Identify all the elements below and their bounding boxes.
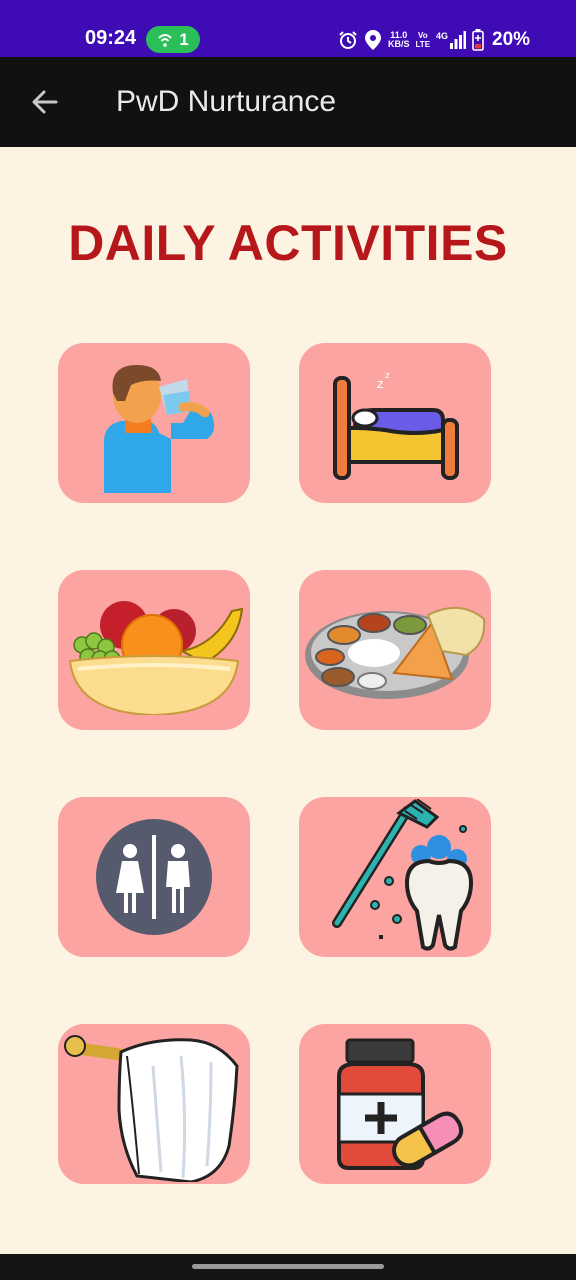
net-speed: 11.0 KB/S <box>388 31 410 49</box>
activity-tile-bathing[interactable] <box>58 1024 250 1184</box>
signal-indicator: 4G <box>436 31 467 49</box>
status-icons: 11.0 KB/S Vo LTE 4G 20% <box>338 28 530 52</box>
battery-percent: 20% <box>492 29 531 50</box>
system-navigation-bar <box>0 1254 576 1280</box>
wifi-hotspot-icon <box>158 33 172 47</box>
activity-tile-restroom[interactable] <box>58 797 250 957</box>
activity-tile-meal[interactable] <box>299 570 491 730</box>
network-type: 4G <box>436 31 449 41</box>
restroom-icon <box>96 819 212 935</box>
hotspot-count: 1 <box>179 29 189 49</box>
svg-text:z: z <box>385 371 390 381</box>
app-title: PwD Nurturance <box>116 85 337 118</box>
hotspot-indicator: 1 <box>146 26 200 53</box>
volte-indicator: Vo LTE <box>416 31 431 49</box>
app-bar: PwD Nurturance <box>0 57 576 147</box>
alarm-icon <box>339 31 357 49</box>
towel-bath-icon <box>64 1035 239 1182</box>
signal-bars-icon <box>450 31 467 49</box>
activity-tile-drinking[interactable] <box>58 343 250 503</box>
medicine-icon <box>337 1038 464 1170</box>
page-heading: DAILY ACTIVITIES <box>68 215 508 271</box>
net-speed-unit: KB/S <box>388 39 410 49</box>
battery-icon <box>472 29 484 51</box>
fruit-basket-icon <box>68 601 244 715</box>
toothbrush-dental-icon <box>332 799 474 951</box>
meal-thali-icon <box>305 607 486 699</box>
volte-top: Vo <box>417 31 428 40</box>
activity-tile-sleep[interactable]: z z <box>299 343 491 503</box>
svg-text:z: z <box>377 377 383 391</box>
arrow-back-icon <box>32 90 58 114</box>
location-icon <box>365 30 381 50</box>
status-time: 09:24 <box>85 27 137 49</box>
activity-tile-medicine[interactable] <box>299 1024 491 1184</box>
status-bar: 09:24 1 11.0 KB/S Vo LTE 4G 20% <box>0 0 576 57</box>
activity-tile-brushing[interactable] <box>299 797 491 957</box>
volte-bottom: LTE <box>415 40 431 49</box>
back-button[interactable] <box>22 79 68 125</box>
activity-tile-fruits[interactable] <box>58 570 250 730</box>
bed-sleep-icon: z z <box>333 371 459 480</box>
drinking-water-icon <box>104 365 215 493</box>
gesture-handle[interactable] <box>192 1264 384 1269</box>
